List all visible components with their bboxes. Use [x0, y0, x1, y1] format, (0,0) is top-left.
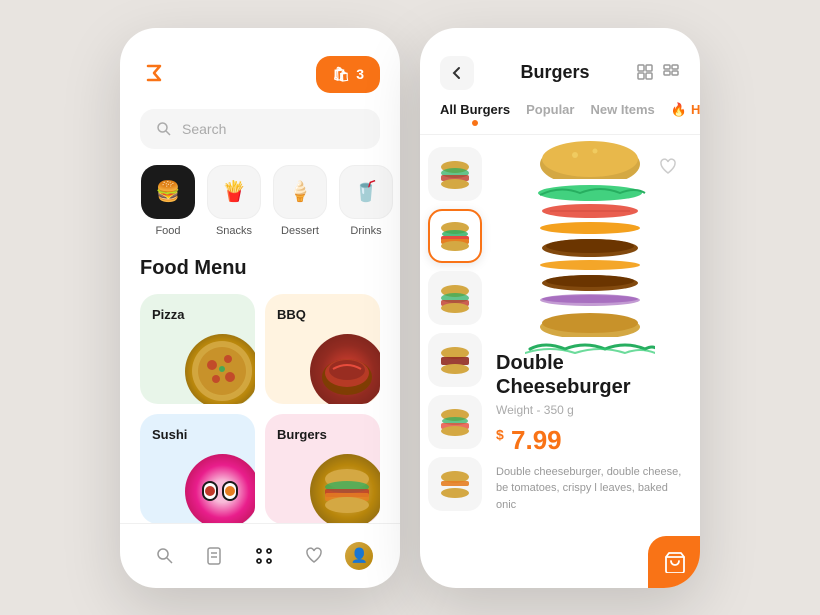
tab-popular[interactable]: Popular: [526, 102, 574, 122]
product-description: Double cheeseburger, double cheese, be t…: [496, 464, 684, 514]
dessert-icon: 🍦: [273, 165, 327, 219]
nav-search[interactable]: [147, 538, 183, 574]
bbq-image: [310, 334, 380, 404]
food-icon: 🍔: [141, 165, 195, 219]
food-grid: Pizza BBQ: [120, 294, 400, 523]
hot-label: Hot De: [691, 102, 700, 117]
thumb-5[interactable]: [428, 395, 482, 449]
tab-hot-deals[interactable]: 🔥 Hot De: [671, 102, 700, 122]
tab-all-burgers[interactable]: All Burgers: [440, 102, 510, 122]
burgers-label: Burgers: [277, 427, 327, 442]
product-price: $ 7.99: [496, 425, 684, 456]
grid-view-icon[interactable]: [636, 63, 654, 81]
product-image-area: [496, 143, 684, 343]
thumb-3[interactable]: [428, 271, 482, 325]
bottom-nav: 👤: [120, 523, 400, 588]
product-detail: Double Cheeseburger Weight - 350 g $ 7.9…: [492, 135, 700, 588]
page-title: Burgers: [520, 62, 589, 83]
category-food[interactable]: 🍔 Food: [140, 165, 196, 237]
phones-container: 🛍 3 Search 🍔 Food 🍟: [100, 8, 720, 608]
thumb-1[interactable]: [428, 147, 482, 201]
price-value: 7.99: [511, 425, 562, 455]
right-header: Burgers: [420, 28, 700, 102]
add-to-cart-button[interactable]: [648, 536, 700, 588]
bbq-label: BBQ: [277, 307, 306, 322]
left-header: 🛍 3: [120, 28, 400, 109]
food-menu-title: Food Menu: [120, 257, 400, 294]
thumb-6[interactable]: [428, 457, 482, 511]
categories-row: 🍔 Food 🍟 Snacks 🍦 Dessert 🥤 Drinks: [120, 165, 400, 257]
snacks-label: Snacks: [216, 225, 252, 237]
search-placeholder: Search: [182, 121, 226, 137]
category-tabs: All Burgers Popular New Items 🔥 Hot De: [420, 102, 700, 135]
burgers-image: [310, 454, 380, 523]
price-symbol: $: [496, 426, 504, 442]
left-phone: 🛍 3 Search 🍔 Food 🍟: [120, 28, 400, 588]
right-phone: Burgers: [420, 28, 700, 588]
sushi-label: Sushi: [152, 427, 187, 442]
category-snacks[interactable]: 🍟 Snacks: [206, 165, 262, 237]
food-card-bbq[interactable]: BBQ: [265, 294, 380, 404]
left-phone-content: 🛍 3 Search 🍔 Food 🍟: [120, 28, 400, 588]
nav-wishlist[interactable]: [296, 538, 332, 574]
pizza-label: Pizza: [152, 307, 185, 322]
right-phone-content: Burgers: [420, 28, 700, 588]
cart-count: 3: [356, 66, 364, 82]
snacks-icon: 🍟: [207, 165, 261, 219]
tab-new-items[interactable]: New Items: [590, 102, 654, 122]
back-button[interactable]: [440, 56, 474, 90]
search-icon: [156, 121, 172, 137]
product-name: Double Cheeseburger: [496, 351, 684, 399]
drinks-icon: 🥤: [339, 165, 393, 219]
product-weight: Weight - 350 g: [496, 403, 684, 417]
thumb-2[interactable]: [428, 209, 482, 263]
nav-orders[interactable]: [196, 538, 232, 574]
thumbnail-list: [420, 135, 492, 588]
drinks-label: Drinks: [350, 225, 381, 237]
pizza-image: [185, 334, 255, 404]
product-info: Double Cheeseburger Weight - 350 g $ 7.9…: [496, 343, 684, 514]
cart-icon: 🛍: [332, 66, 350, 83]
category-drinks[interactable]: 🥤 Drinks: [338, 165, 394, 237]
nav-profile[interactable]: 👤: [345, 542, 373, 570]
nav-menu[interactable]: [246, 538, 282, 574]
cart-button[interactable]: 🛍 3: [316, 56, 380, 93]
food-card-burgers[interactable]: Burgers: [265, 414, 380, 523]
list-view-icon[interactable]: [662, 63, 680, 81]
thumb-4[interactable]: [428, 333, 482, 387]
search-bar[interactable]: Search: [140, 109, 380, 149]
food-card-sushi[interactable]: Sushi: [140, 414, 255, 523]
wishlist-button[interactable]: [652, 151, 684, 183]
view-toggle: [636, 63, 680, 81]
food-label: Food: [155, 225, 180, 237]
app-logo: [140, 60, 168, 89]
fire-icon: 🔥: [671, 102, 687, 118]
category-dessert[interactable]: 🍦 Dessert: [272, 165, 328, 237]
product-area: Double Cheeseburger Weight - 350 g $ 7.9…: [420, 135, 700, 588]
food-card-pizza[interactable]: Pizza: [140, 294, 255, 404]
dessert-label: Dessert: [281, 225, 319, 237]
sushi-image: [185, 454, 255, 523]
